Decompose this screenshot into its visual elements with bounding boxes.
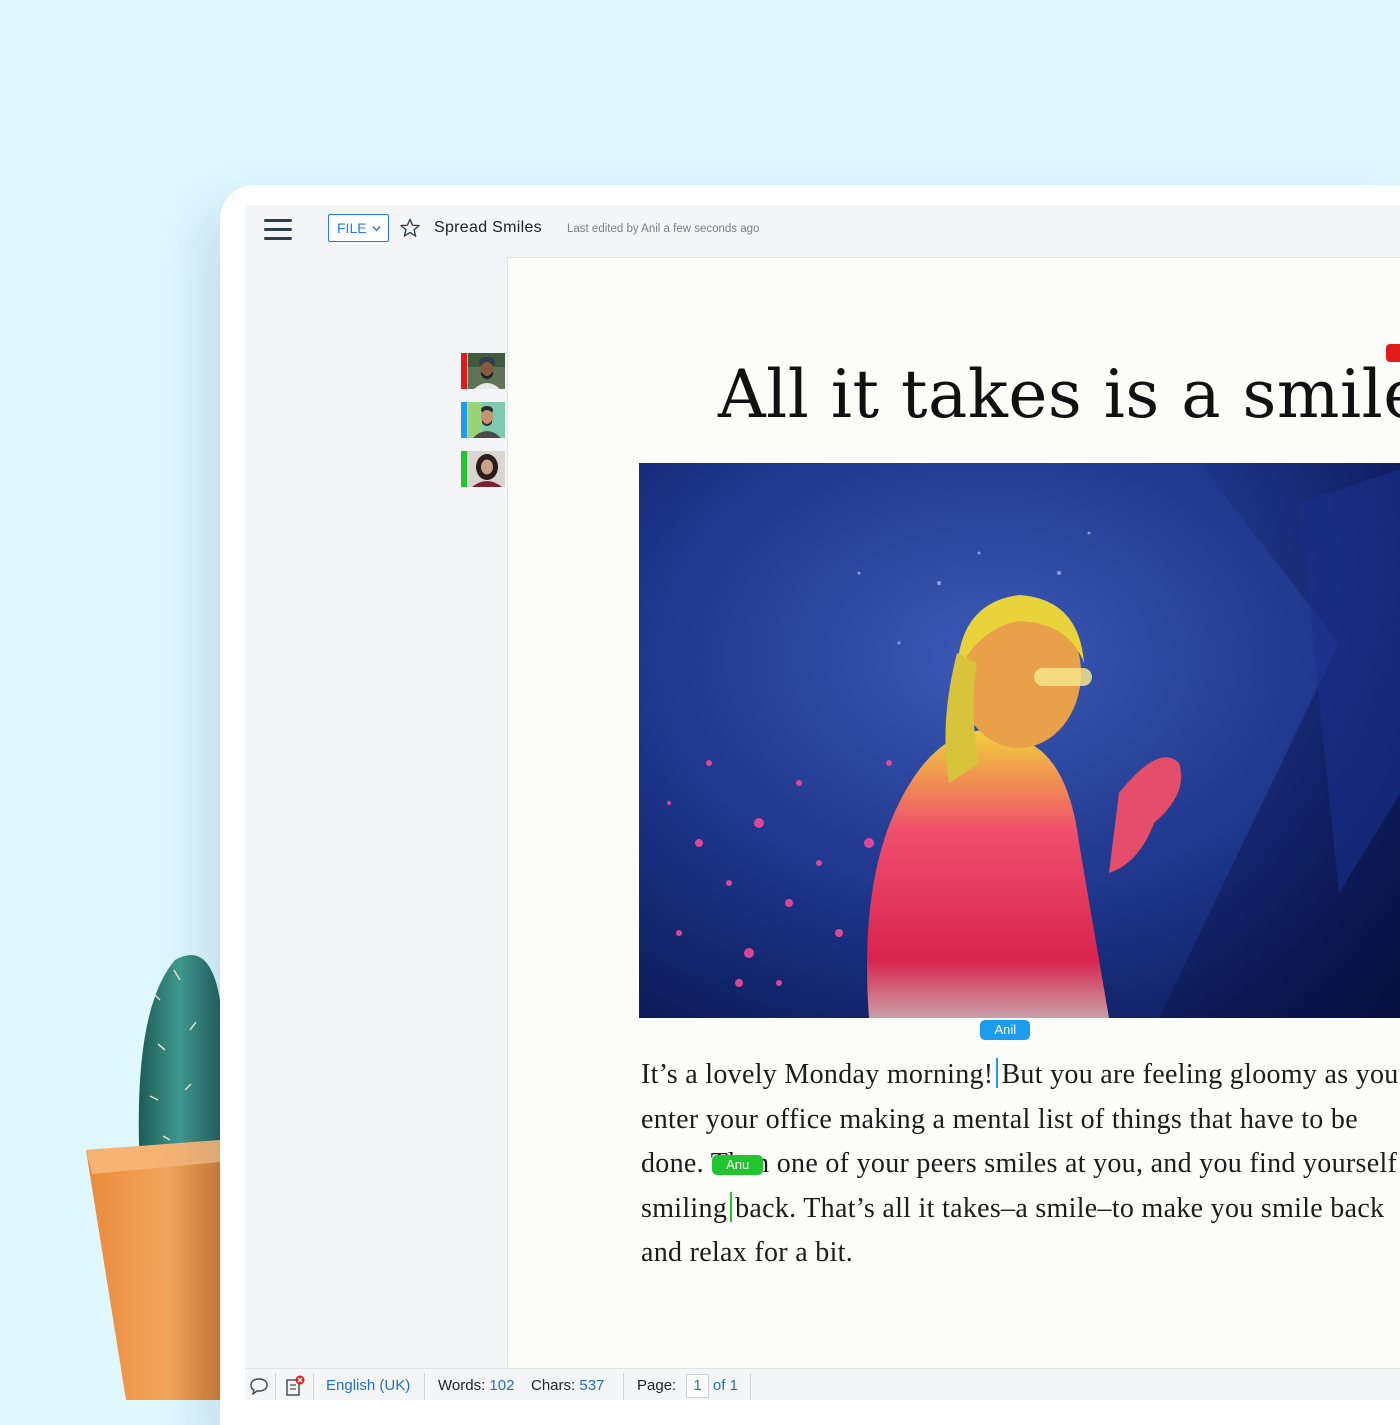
document-heading[interactable]: All it takes is a smile [718, 356, 1400, 433]
body-line-1: It’s a lovely Monday morning! Anil But you… [641, 1020, 1399, 1090]
document-title[interactable]: Spread Smiles [434, 219, 542, 237]
hamburger-menu-icon[interactable] [264, 219, 292, 241]
collaborator-avatar-2[interactable] [461, 402, 505, 438]
comment-icon[interactable] [249, 1377, 269, 1395]
status-bar: English (UK) Words: 102 Chars: 537 Page:… [245, 1368, 1400, 1400]
body-line-2: enter your office making a mental list o… [641, 1103, 1358, 1135]
cactus-decoration [86, 955, 220, 1400]
star-icon[interactable] [399, 217, 421, 239]
word-count: Words: 102 [438, 1377, 515, 1394]
cursor-label-anu: Anu [712, 1154, 764, 1175]
language-selector[interactable]: English (UK) [326, 1369, 410, 1400]
file-menu-button[interactable]: FILE [328, 214, 389, 242]
page-number-input[interactable]: 1 [686, 1374, 709, 1398]
document-body[interactable]: It’s a lovely Monday morning! Anil But you… [641, 1020, 1400, 1276]
remote-cursor-anu: Anu [712, 1154, 764, 1222]
top-toolbar: FILE Spread Smiles Last edited by Anil a… [245, 205, 1400, 257]
cursor-label-anil: Anil [980, 1020, 1031, 1040]
body-line-5: and relax for a bit. [641, 1237, 854, 1268]
last-edited-status: Last edited by Anil a few seconds ago [567, 223, 760, 235]
document-page[interactable]: All it takes is a smile It’s a lovely Mo… [507, 257, 1400, 1373]
file-menu-label: FILE [337, 220, 367, 236]
page-indicator: Page: 1 of 1 [637, 1369, 738, 1400]
page-total: of 1 [712, 1377, 738, 1394]
collaborator-avatar-1[interactable] [461, 353, 505, 389]
char-count-value: 537 [579, 1377, 605, 1394]
remote-cursor-anil: Anil [980, 1020, 1031, 1088]
spellcheck-error-icon[interactable] [284, 1375, 306, 1397]
word-count-value: 102 [489, 1377, 515, 1394]
document-editor: FILE Spread Smiles Last edited by Anil a… [245, 205, 1400, 1400]
chevron-down-icon [371, 225, 381, 231]
holi-photo [639, 463, 1400, 1018]
char-count: Chars: 537 [531, 1377, 605, 1394]
remote-cursor-flag [1386, 344, 1400, 362]
body-line-4: smiling Anu back. That’s all it takes–a sm… [641, 1154, 1385, 1224]
collaborator-avatar-3[interactable] [461, 451, 505, 487]
